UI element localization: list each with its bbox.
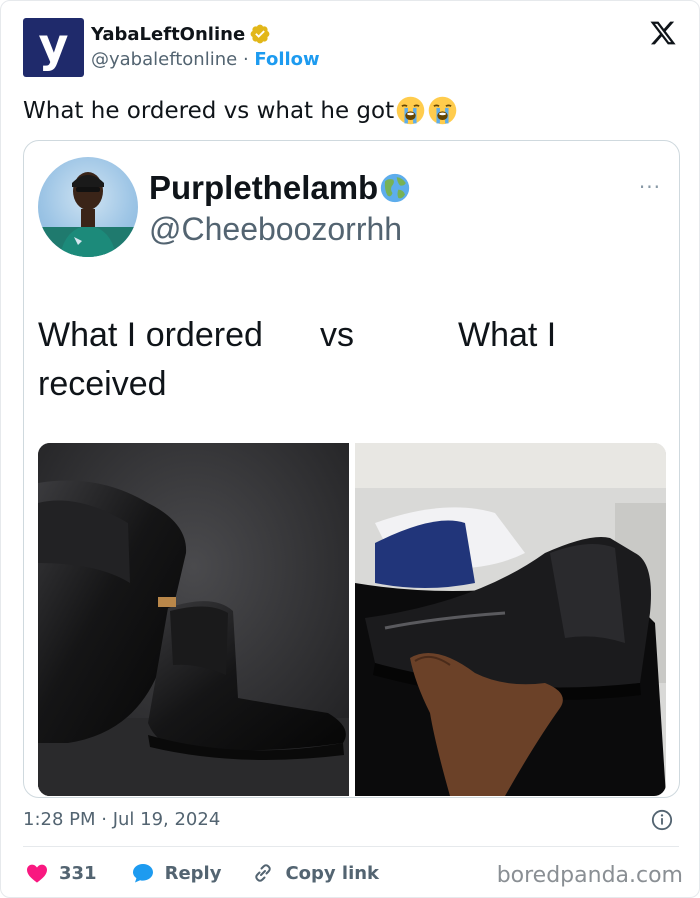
boredpanda-watermark: boredpanda.com: [496, 863, 683, 888]
author-avatar[interactable]: y: [23, 18, 84, 77]
embedded-image[interactable]: Purplethelamb @Cheeboozorrhh ··· What I …: [23, 140, 680, 798]
heart-icon: [27, 864, 47, 883]
verified-badge-icon: [250, 24, 270, 44]
copy-link-label: Copy link: [285, 862, 380, 884]
info-icon[interactable]: [651, 809, 673, 831]
embedded-name-row: Purplethelamb: [149, 169, 410, 207]
x-logo-icon[interactable]: [649, 19, 677, 47]
embedded-display-name: Purplethelamb: [149, 169, 379, 206]
embedded-handle: @Cheeboozorrhh: [149, 211, 403, 247]
author-display-name[interactable]: YabaLeftOnline: [91, 24, 245, 45]
embedded-author-avatar: [38, 157, 138, 257]
author-handle-row: @yabaleftonline · Follow: [91, 49, 320, 70]
reply-bubble-icon: [132, 864, 153, 883]
ordered-chelsea-boots-photo: [38, 443, 349, 796]
separator-dot: ·: [242, 49, 249, 70]
action-bar: 331 Reply Copy link: [25, 859, 379, 887]
divider: [23, 846, 679, 847]
more-options-icon: ···: [638, 175, 661, 199]
loudly-crying-face-icon: [428, 96, 457, 125]
caption-left: What I ordered received: [38, 316, 263, 403]
follow-button[interactable]: Follow: [254, 49, 319, 70]
like-count: 331: [59, 862, 97, 884]
tweet-card: y YabaLeftOnline @yabaleftonline · Follo…: [0, 0, 700, 898]
loudly-crying-face-icon: [396, 96, 425, 125]
tweet-text: What he ordered vs what he got: [23, 95, 458, 126]
tweet-timestamp[interactable]: 1:28 PM · Jul 19, 2024: [23, 809, 220, 830]
tweet-text-body: What he ordered vs what he got: [23, 97, 395, 124]
copy-link-button[interactable]: Copy link: [251, 861, 379, 885]
caption-vs: vs: [320, 316, 354, 354]
reply-label: Reply: [164, 862, 222, 884]
avatar-letter: y: [38, 17, 69, 72]
person-photo-icon: [38, 172, 138, 257]
received-boot-photo: [355, 443, 666, 796]
reply-button[interactable]: Reply: [131, 861, 222, 885]
author-handle[interactable]: @yabaleftonline: [91, 49, 237, 70]
like-button[interactable]: 331: [25, 861, 97, 885]
caption-right: What I: [458, 316, 557, 354]
link-icon: [255, 864, 272, 882]
globe-icon: [381, 173, 410, 203]
author-name-row: YabaLeftOnline: [91, 23, 271, 45]
